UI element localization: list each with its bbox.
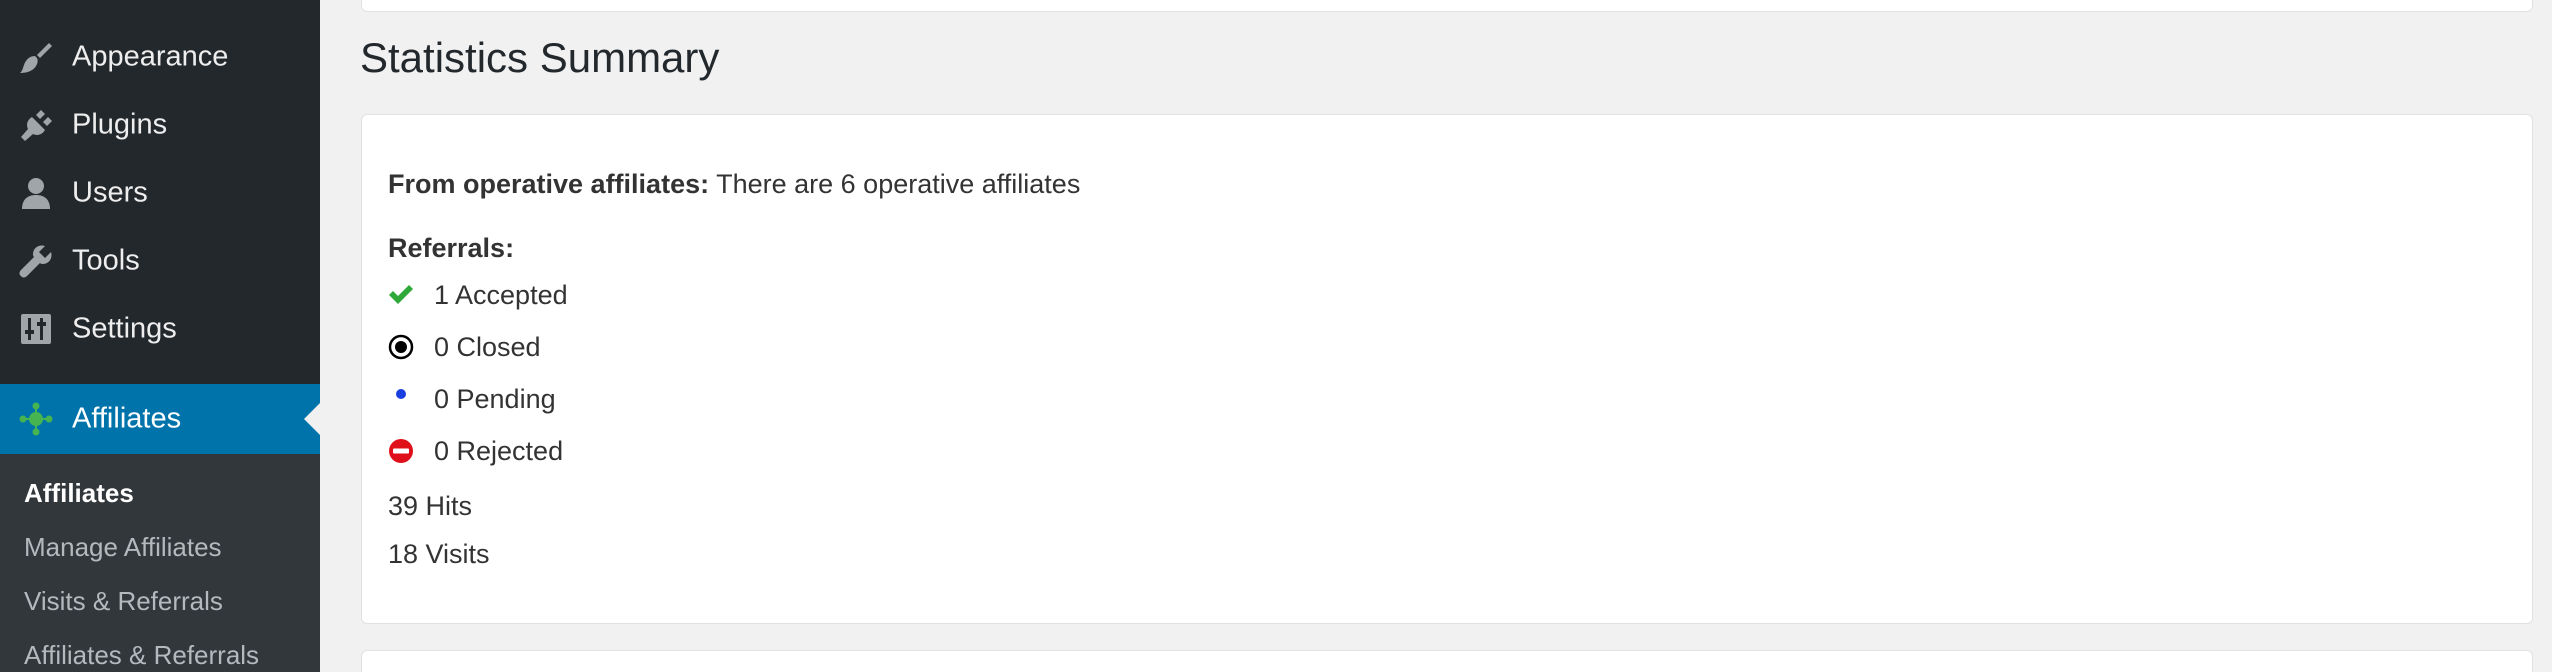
menu-label-affiliates: Affiliates: [72, 402, 182, 435]
status-accepted-text: 1 Accepted: [434, 279, 568, 310]
current-menu-arrow: [304, 403, 320, 435]
status-closed-text: 0 Closed: [434, 331, 541, 362]
affiliates-network-icon: [18, 401, 54, 437]
page-title: Statistics Summary: [360, 34, 720, 81]
menu-label-tools: Tools: [72, 244, 140, 277]
status-closed: 0 Closed: [388, 327, 541, 367]
status-pending-text: 0 Pending: [434, 383, 556, 414]
submenu-item-affiliates-referrals[interactable]: Affiliates & Referrals: [24, 640, 259, 671]
referrals-heading: Referrals:: [388, 233, 514, 264]
visits-count: 18 Visits: [388, 539, 490, 569]
settings-sliders-icon: [18, 311, 54, 347]
wrench-icon: [18, 243, 54, 279]
menu-item-plugins[interactable]: Plugins: [0, 92, 320, 158]
next-panel: [361, 650, 2533, 672]
status-rejected-text: 0 Rejected: [434, 435, 564, 466]
closed-circle-icon: [388, 334, 414, 360]
affiliates-submenu: Affiliates Manage Affiliates Visits & Re…: [0, 454, 320, 672]
submenu-item-affiliates[interactable]: Affiliates: [24, 478, 134, 509]
menu-item-tools[interactable]: Tools: [0, 228, 320, 294]
statistics-summary-panel: From operative affiliates: There are 6 o…: [361, 114, 2533, 624]
paintbrush-icon: [18, 39, 54, 75]
submenu-item-visits-referrals[interactable]: Visits & Referrals: [24, 586, 223, 617]
menu-item-affiliates[interactable]: Affiliates: [0, 384, 320, 454]
menu-label-plugins: Plugins: [72, 108, 168, 141]
check-icon: [388, 282, 414, 308]
operative-affiliates-line: From operative affiliates: There are 6 o…: [388, 169, 1080, 200]
referrals-label: Referrals:: [388, 233, 515, 263]
hits-count: 39 Hits: [388, 491, 473, 521]
operative-affiliates-text: There are 6 operative affiliates: [716, 169, 1081, 199]
menu-label-settings: Settings: [72, 312, 177, 345]
menu-label-appearance: Appearance: [72, 40, 229, 73]
menu-label-users: Users: [72, 176, 148, 209]
rejected-minus-icon: [388, 438, 414, 464]
pending-dot-icon: [388, 386, 414, 412]
user-icon: [18, 175, 54, 211]
status-accepted: 1 Accepted: [388, 275, 568, 315]
status-rejected: 0 Rejected: [388, 431, 563, 471]
plug-icon: [18, 107, 54, 143]
submenu-item-manage-affiliates[interactable]: Manage Affiliates: [24, 532, 222, 563]
previous-panel: [361, 0, 2533, 12]
menu-item-users[interactable]: Users: [0, 160, 320, 226]
wp-admin-screen: Appearance Plugins Users Tools Settings …: [0, 0, 2552, 672]
status-pending: 0 Pending: [388, 379, 556, 419]
admin-sidebar: Appearance Plugins Users Tools Settings …: [0, 0, 320, 672]
menu-item-settings[interactable]: Settings: [0, 296, 320, 362]
operative-affiliates-label: From operative affiliates:: [388, 169, 710, 199]
menu-item-appearance[interactable]: Appearance: [0, 24, 320, 90]
